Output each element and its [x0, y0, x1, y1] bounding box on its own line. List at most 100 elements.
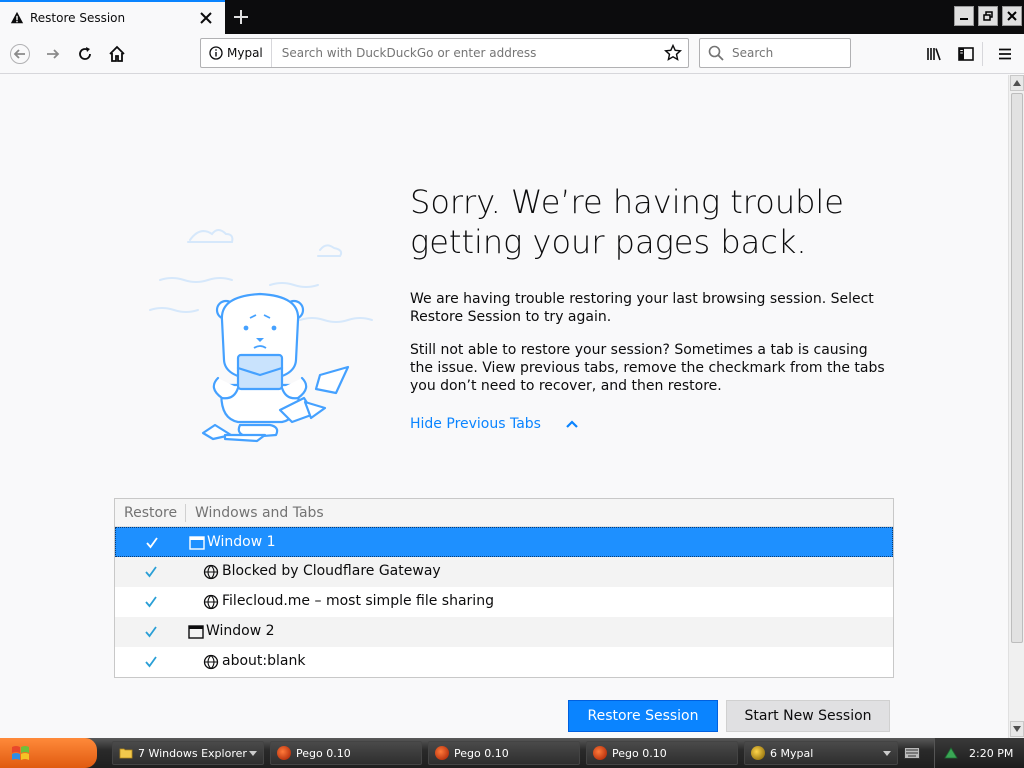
taskbar-item-label: Pego 0.10 — [612, 746, 667, 760]
close-tab-icon[interactable] — [199, 11, 213, 25]
scroll-down-button[interactable] — [1010, 721, 1024, 737]
session-tree[interactable]: Restore Windows and Tabs Window 1 Blocke… — [114, 498, 894, 678]
sidebar-icon — [958, 47, 974, 61]
session-tree-header: Restore Windows and Tabs — [115, 499, 893, 527]
pego-icon — [593, 746, 607, 760]
tree-row-tab[interactable]: about:blank — [115, 647, 893, 677]
restore-window-button[interactable] — [978, 6, 998, 26]
back-arrow-icon — [10, 44, 30, 64]
library-button[interactable] — [922, 42, 946, 66]
page-title: Sorry. We’re having trouble getting your… — [410, 183, 844, 261]
checkmark-icon[interactable] — [143, 624, 159, 640]
tree-row-window-2[interactable]: Window 2 — [115, 617, 893, 647]
scroll-up-button[interactable] — [1010, 75, 1024, 91]
tab-bar: Restore Session — [0, 0, 1024, 34]
windows-taskbar: 7 Windows Explorer Pego 0.10 Pego 0.10 P… — [0, 738, 1024, 768]
window-icon — [189, 536, 205, 550]
dropdown-arrow-icon — [249, 751, 257, 756]
forward-arrow-icon — [47, 49, 60, 59]
column-header-restore[interactable]: Restore — [115, 503, 186, 522]
globe-icon — [203, 654, 219, 670]
page-content: Sorry. We’re having trouble getting your… — [0, 75, 1008, 738]
reload-button[interactable] — [73, 42, 97, 66]
globe-icon — [203, 594, 219, 610]
tab-title: Restore Session — [30, 11, 126, 25]
globe-icon — [203, 564, 219, 580]
tree-row-label: Window 2 — [206, 623, 275, 639]
minimize-icon — [960, 18, 968, 20]
taskbar-item-label: 6 Mypal — [770, 746, 814, 760]
taskbar-item-pego[interactable]: Pego 0.10 — [586, 741, 738, 765]
scroll-up-arrow-icon — [1013, 80, 1021, 86]
url-bar[interactable]: Mypal — [200, 38, 689, 68]
close-window-button[interactable] — [1002, 6, 1022, 26]
vertical-scrollbar[interactable] — [1008, 75, 1024, 738]
search-input[interactable] — [732, 46, 850, 60]
dropdown-arrow-icon — [883, 751, 891, 756]
checkmark-icon[interactable] — [143, 564, 159, 580]
pego-icon — [277, 746, 291, 760]
new-tab-icon[interactable] — [232, 8, 250, 26]
sidebar-button[interactable] — [954, 42, 978, 66]
search-bar[interactable] — [699, 38, 851, 68]
minimize-button[interactable] — [954, 6, 974, 26]
forward-button[interactable] — [41, 42, 65, 66]
hide-previous-tabs-toggle[interactable]: Hide Previous Tabs — [410, 416, 579, 432]
tree-row-tab[interactable]: Blocked by Cloudflare Gateway — [115, 557, 893, 587]
network-icon[interactable] — [943, 746, 959, 760]
warning-icon — [10, 11, 24, 24]
mypal-icon — [751, 746, 765, 760]
home-icon — [109, 45, 125, 62]
back-button[interactable] — [8, 42, 32, 66]
search-icon — [708, 45, 724, 61]
tree-row-label: about:blank — [222, 653, 306, 669]
tab-restore-session[interactable]: Restore Session — [0, 0, 225, 34]
tree-row-tab[interactable]: Filecloud.me – most simple file sharing — [115, 587, 893, 617]
restore-window-icon — [983, 11, 993, 21]
scroll-thumb[interactable] — [1011, 93, 1023, 643]
tree-row-window-1[interactable]: Window 1 — [115, 527, 893, 557]
column-header-windows-tabs[interactable]: Windows and Tabs — [186, 505, 324, 521]
info-icon — [209, 46, 223, 60]
taskbar-item-mypal[interactable]: 6 Mypal — [744, 741, 898, 765]
tree-row-label: Window 1 — [207, 534, 276, 550]
taskbar-item-pego[interactable]: Pego 0.10 — [270, 741, 422, 765]
site-identity[interactable]: Mypal — [201, 39, 272, 67]
checkmark-icon[interactable] — [143, 654, 159, 670]
toolbar-separator — [982, 42, 983, 66]
url-input[interactable] — [281, 46, 664, 60]
error-help-text: Still not able to restore your session? … — [410, 342, 885, 394]
taskbar-item-pego[interactable]: Pego 0.10 — [428, 741, 580, 765]
pego-icon — [435, 746, 449, 760]
folder-icon — [119, 748, 133, 759]
hide-previous-tabs-label: Hide Previous Tabs — [410, 416, 541, 432]
taskbar-clock[interactable]: 2:20 PM — [969, 747, 1013, 760]
bookmark-star-icon[interactable] — [664, 44, 682, 62]
checkmark-icon[interactable] — [143, 594, 159, 610]
taskbar-item-label: Pego 0.10 — [454, 746, 509, 760]
tree-row-label: Filecloud.me – most simple file sharing — [222, 593, 494, 609]
windows-logo-icon — [12, 746, 29, 760]
keyboard-icon[interactable] — [904, 747, 920, 759]
scroll-down-arrow-icon — [1013, 726, 1021, 732]
tree-row-label: Blocked by Cloudflare Gateway — [222, 563, 441, 579]
window-icon — [188, 625, 204, 639]
site-name: Mypal — [227, 46, 263, 60]
close-window-icon — [1007, 11, 1017, 21]
chevron-up-icon — [566, 420, 578, 428]
sad-bear-illustration — [149, 229, 373, 443]
taskbar-item-explorer[interactable]: 7 Windows Explorer — [112, 741, 264, 765]
error-description: We are having trouble restoring your las… — [410, 291, 874, 325]
restore-session-button[interactable]: Restore Session — [568, 700, 718, 732]
home-button[interactable] — [105, 42, 129, 66]
hamburger-menu-icon — [999, 48, 1011, 60]
navigation-toolbar: Mypal — [0, 34, 1024, 74]
menu-button[interactable] — [993, 42, 1017, 66]
reload-icon — [79, 47, 91, 60]
library-icon — [927, 48, 941, 61]
start-button[interactable] — [0, 738, 97, 768]
start-new-session-button[interactable]: Start New Session — [726, 700, 890, 732]
taskbar-item-label: 7 Windows Explorer — [138, 746, 247, 760]
system-tray: 2:20 PM — [934, 738, 1024, 768]
checkmark-icon[interactable] — [144, 535, 160, 551]
